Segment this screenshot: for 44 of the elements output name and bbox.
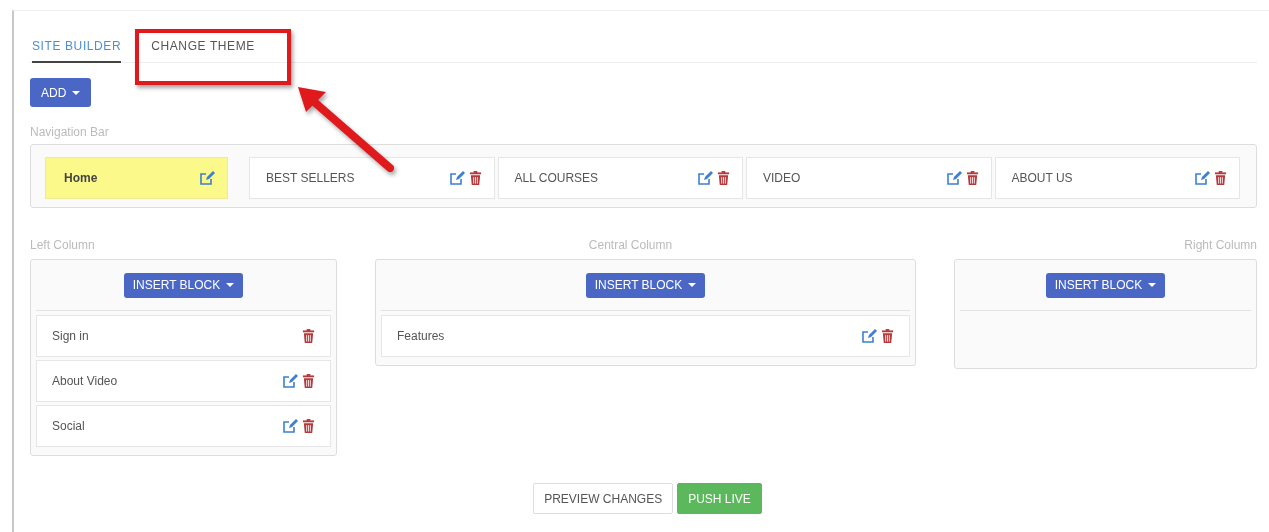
preview-button[interactable]: PREVIEW CHANGES — [533, 483, 674, 514]
nav-item-label: VIDEO — [763, 171, 801, 185]
trash-icon[interactable] — [965, 170, 979, 186]
edit-icon[interactable] — [282, 373, 298, 389]
insert-block-button[interactable]: INSERT BLOCK — [585, 272, 706, 298]
edit-icon[interactable] — [1194, 170, 1210, 186]
nav-item[interactable]: VIDEO — [746, 157, 992, 199]
trash-icon[interactable] — [468, 170, 482, 186]
edit-icon[interactable] — [199, 170, 215, 186]
insert-block-button[interactable]: INSERT BLOCK — [123, 272, 244, 298]
caret-icon — [1148, 283, 1157, 287]
nav-item-label: ALL COURSES — [514, 171, 599, 185]
caret-icon — [688, 283, 697, 287]
edit-icon[interactable] — [282, 418, 298, 434]
trash-icon[interactable] — [717, 170, 730, 186]
caret-icon — [72, 90, 81, 95]
edit-icon[interactable] — [945, 170, 962, 186]
nav-item[interactable]: BEST SELLERS — [249, 157, 495, 199]
section-label: Navigation Bar — [30, 125, 110, 139]
nav-item-label: BEST SELLERS — [266, 171, 355, 185]
nav-item-label: Home — [64, 171, 98, 185]
nav-item[interactable]: Home — [45, 157, 228, 199]
block-label: Sign in — [52, 329, 89, 343]
nav-item[interactable]: ABOUT US — [994, 157, 1240, 199]
nav-item-label: ABOUT US — [1011, 171, 1073, 185]
trash-icon[interactable] — [302, 418, 315, 434]
edit-icon[interactable] — [861, 328, 877, 344]
column-label: Central Column — [587, 238, 674, 252]
edit-icon[interactable] — [448, 170, 465, 186]
caret-icon — [226, 283, 235, 287]
trash-icon[interactable] — [881, 328, 894, 344]
trash-icon[interactable] — [302, 328, 315, 344]
block-label: Social — [52, 419, 85, 433]
nav-item[interactable]: ALL COURSES — [497, 157, 743, 199]
trash-icon[interactable] — [1214, 170, 1227, 186]
block-label: Features — [397, 329, 445, 343]
block-label: About Video — [52, 374, 118, 388]
edit-icon[interactable] — [697, 170, 713, 186]
add-button[interactable]: ADD — [30, 78, 92, 107]
column-label: Left Column — [30, 238, 96, 252]
insert-block-button[interactable]: INSERT BLOCK — [1045, 272, 1166, 298]
column-label: Right Column — [1183, 238, 1257, 252]
trash-icon[interactable] — [302, 373, 315, 389]
tab[interactable]: CHANGE THEME — [151, 39, 255, 63]
